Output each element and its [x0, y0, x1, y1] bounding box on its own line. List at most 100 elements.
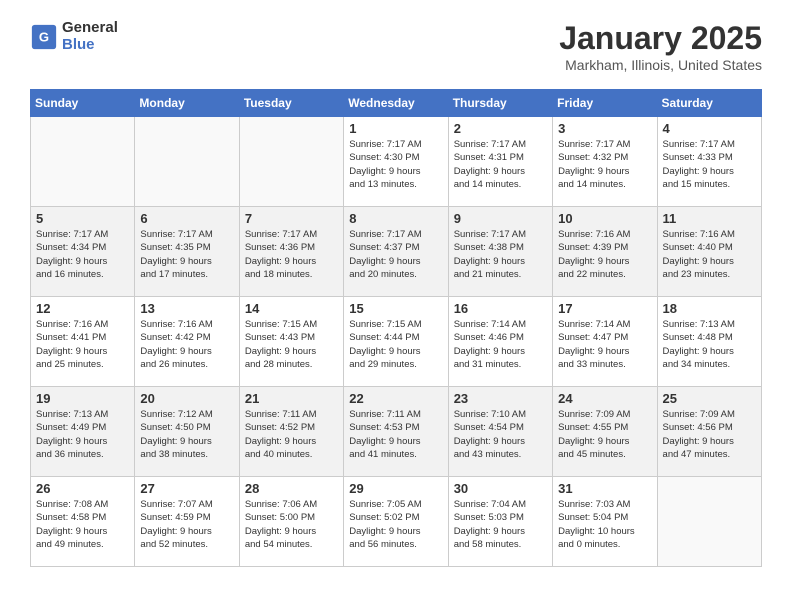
- day-info: Sunrise: 7:09 AM Sunset: 4:56 PM Dayligh…: [663, 408, 756, 461]
- day-number: 26: [36, 481, 129, 496]
- week-row-2: 5 Sunrise: 7:17 AM Sunset: 4:34 PM Daylig…: [31, 207, 762, 297]
- calendar-cell: 1 Sunrise: 7:17 AM Sunset: 4:30 PM Daylig…: [344, 117, 448, 207]
- calendar-cell: 9Sunrise: 7:17 AM Sunset: 4:38 PM Daylig…: [448, 207, 552, 297]
- day-number: 2: [454, 121, 547, 136]
- day-info: Sunrise: 7:15 AM Sunset: 4:44 PM Dayligh…: [349, 318, 442, 371]
- day-info: Sunrise: 7:16 AM Sunset: 4:42 PM Dayligh…: [140, 318, 233, 371]
- day-number: 5: [36, 211, 129, 226]
- calendar-cell: 27Sunrise: 7:07 AM Sunset: 4:59 PM Dayli…: [135, 477, 239, 567]
- day-info: Sunrise: 7:14 AM Sunset: 4:46 PM Dayligh…: [454, 318, 547, 371]
- day-info: Sunrise: 7:11 AM Sunset: 4:52 PM Dayligh…: [245, 408, 338, 461]
- day-info: Sunrise: 7:09 AM Sunset: 4:55 PM Dayligh…: [558, 408, 651, 461]
- day-number: 8: [349, 211, 442, 226]
- location: Markham, Illinois, United States: [559, 57, 762, 73]
- calendar-cell: 20Sunrise: 7:12 AM Sunset: 4:50 PM Dayli…: [135, 387, 239, 477]
- header-thursday: Thursday: [448, 90, 552, 117]
- month-title: January 2025: [559, 20, 762, 57]
- day-number: 22: [349, 391, 442, 406]
- header-monday: Monday: [135, 90, 239, 117]
- day-number: 13: [140, 301, 233, 316]
- calendar-cell: 23 Sunrise: 7:10 AM Sunset: 4:54 PM Dayli…: [448, 387, 552, 477]
- day-info: Sunrise: 7:17 AM Sunset: 4:33 PM Dayligh…: [663, 138, 756, 191]
- calendar-cell: 17 Sunrise: 7:14 AM Sunset: 4:47 PM Dayli…: [553, 297, 657, 387]
- calendar-cell: [31, 117, 135, 207]
- calendar-cell: 10Sunrise: 7:16 AM Sunset: 4:39 PM Dayli…: [553, 207, 657, 297]
- day-number: 11: [663, 211, 756, 226]
- day-info: Sunrise: 7:16 AM Sunset: 4:40 PM Dayligh…: [663, 228, 756, 281]
- calendar-cell: 8Sunrise: 7:17 AM Sunset: 4:37 PM Daylig…: [344, 207, 448, 297]
- day-number: 1: [349, 121, 442, 136]
- calendar-cell: 28Sunrise: 7:06 AM Sunset: 5:00 PM Dayli…: [239, 477, 343, 567]
- day-info: Sunrise: 7:11 AM Sunset: 4:53 PM Dayligh…: [349, 408, 442, 461]
- calendar-cell: 25 Sunrise: 7:09 AM Sunset: 4:56 PM Dayli…: [657, 387, 761, 477]
- calendar-cell: 13 Sunrise: 7:16 AM Sunset: 4:42 PM Dayli…: [135, 297, 239, 387]
- day-number: 19: [36, 391, 129, 406]
- day-info: Sunrise: 7:16 AM Sunset: 4:41 PM Dayligh…: [36, 318, 129, 371]
- day-number: 6: [140, 211, 233, 226]
- day-info: Sunrise: 7:05 AM Sunset: 5:02 PM Dayligh…: [349, 498, 442, 551]
- day-info: Sunrise: 7:13 AM Sunset: 4:49 PM Dayligh…: [36, 408, 129, 461]
- day-info: Sunrise: 7:17 AM Sunset: 4:35 PM Dayligh…: [140, 228, 233, 281]
- day-info: Sunrise: 7:17 AM Sunset: 4:30 PM Dayligh…: [349, 138, 442, 191]
- calendar-cell: 22 Sunrise: 7:11 AM Sunset: 4:53 PM Dayli…: [344, 387, 448, 477]
- calendar-cell: 29 Sunrise: 7:05 AM Sunset: 5:02 PM Dayli…: [344, 477, 448, 567]
- day-number: 7: [245, 211, 338, 226]
- day-info: Sunrise: 7:17 AM Sunset: 4:34 PM Dayligh…: [36, 228, 129, 281]
- day-info: Sunrise: 7:17 AM Sunset: 4:38 PM Dayligh…: [454, 228, 547, 281]
- day-info: Sunrise: 7:12 AM Sunset: 4:50 PM Dayligh…: [140, 408, 233, 461]
- day-info: Sunrise: 7:03 AM Sunset: 5:04 PM Dayligh…: [558, 498, 651, 551]
- day-info: Sunrise: 7:14 AM Sunset: 4:47 PM Dayligh…: [558, 318, 651, 371]
- day-info: Sunrise: 7:10 AM Sunset: 4:54 PM Dayligh…: [454, 408, 547, 461]
- calendar-cell: 19 Sunrise: 7:13 AM Sunset: 4:49 PM Dayli…: [31, 387, 135, 477]
- calendar-cell: 24Sunrise: 7:09 AM Sunset: 4:55 PM Dayli…: [553, 387, 657, 477]
- calendar-table: SundayMondayTuesdayWednesdayThursdayFrid…: [30, 89, 762, 567]
- calendar-cell: 21Sunrise: 7:11 AM Sunset: 4:52 PM Dayli…: [239, 387, 343, 477]
- day-info: Sunrise: 7:06 AM Sunset: 5:00 PM Dayligh…: [245, 498, 338, 551]
- header-saturday: Saturday: [657, 90, 761, 117]
- day-info: Sunrise: 7:13 AM Sunset: 4:48 PM Dayligh…: [663, 318, 756, 371]
- day-number: 3: [558, 121, 651, 136]
- calendar-cell: 14Sunrise: 7:15 AM Sunset: 4:43 PM Dayli…: [239, 297, 343, 387]
- day-info: Sunrise: 7:07 AM Sunset: 4:59 PM Dayligh…: [140, 498, 233, 551]
- day-info: Sunrise: 7:08 AM Sunset: 4:58 PM Dayligh…: [36, 498, 129, 551]
- calendar-cell: 5 Sunrise: 7:17 AM Sunset: 4:34 PM Daylig…: [31, 207, 135, 297]
- day-number: 4: [663, 121, 756, 136]
- day-number: 23: [454, 391, 547, 406]
- calendar-cell: 30 Sunrise: 7:04 AM Sunset: 5:03 PM Dayli…: [448, 477, 552, 567]
- page-header: G General Blue January 2025 Markham, Ill…: [30, 20, 762, 73]
- logo-blue: Blue: [62, 37, 118, 54]
- day-number: 25: [663, 391, 756, 406]
- header-wednesday: Wednesday: [344, 90, 448, 117]
- day-number: 18: [663, 301, 756, 316]
- week-row-1: 1 Sunrise: 7:17 AM Sunset: 4:30 PM Daylig…: [31, 117, 762, 207]
- day-number: 16: [454, 301, 547, 316]
- day-number: 12: [36, 301, 129, 316]
- calendar-cell: 12 Sunrise: 7:16 AM Sunset: 4:41 PM Dayli…: [31, 297, 135, 387]
- day-number: 17: [558, 301, 651, 316]
- header-friday: Friday: [553, 90, 657, 117]
- calendar-cell: 2 Sunrise: 7:17 AM Sunset: 4:31 PM Daylig…: [448, 117, 552, 207]
- calendar-cell: [657, 477, 761, 567]
- day-info: Sunrise: 7:04 AM Sunset: 5:03 PM Dayligh…: [454, 498, 547, 551]
- week-row-4: 19 Sunrise: 7:13 AM Sunset: 4:49 PM Dayli…: [31, 387, 762, 477]
- day-info: Sunrise: 7:15 AM Sunset: 4:43 PM Dayligh…: [245, 318, 338, 371]
- calendar-cell: 11 Sunrise: 7:16 AM Sunset: 4:40 PM Dayli…: [657, 207, 761, 297]
- logo-general: General: [62, 20, 118, 37]
- calendar-cell: 6 Sunrise: 7:17 AM Sunset: 4:35 PM Daylig…: [135, 207, 239, 297]
- day-info: Sunrise: 7:17 AM Sunset: 4:31 PM Dayligh…: [454, 138, 547, 191]
- calendar-cell: 31 Sunrise: 7:03 AM Sunset: 5:04 PM Dayli…: [553, 477, 657, 567]
- title-area: January 2025 Markham, Illinois, United S…: [559, 20, 762, 73]
- day-info: Sunrise: 7:17 AM Sunset: 4:36 PM Dayligh…: [245, 228, 338, 281]
- calendar-cell: [135, 117, 239, 207]
- logo-text: General Blue: [62, 20, 118, 53]
- week-row-3: 12 Sunrise: 7:16 AM Sunset: 4:41 PM Dayli…: [31, 297, 762, 387]
- week-row-5: 26 Sunrise: 7:08 AM Sunset: 4:58 PM Dayli…: [31, 477, 762, 567]
- day-number: 29: [349, 481, 442, 496]
- header-sunday: Sunday: [31, 90, 135, 117]
- day-number: 30: [454, 481, 547, 496]
- logo-icon: G: [30, 23, 58, 51]
- calendar-cell: 18 Sunrise: 7:13 AM Sunset: 4:48 PM Dayli…: [657, 297, 761, 387]
- day-number: 31: [558, 481, 651, 496]
- day-info: Sunrise: 7:16 AM Sunset: 4:39 PM Dayligh…: [558, 228, 651, 281]
- calendar-cell: 16 Sunrise: 7:14 AM Sunset: 4:46 PM Dayli…: [448, 297, 552, 387]
